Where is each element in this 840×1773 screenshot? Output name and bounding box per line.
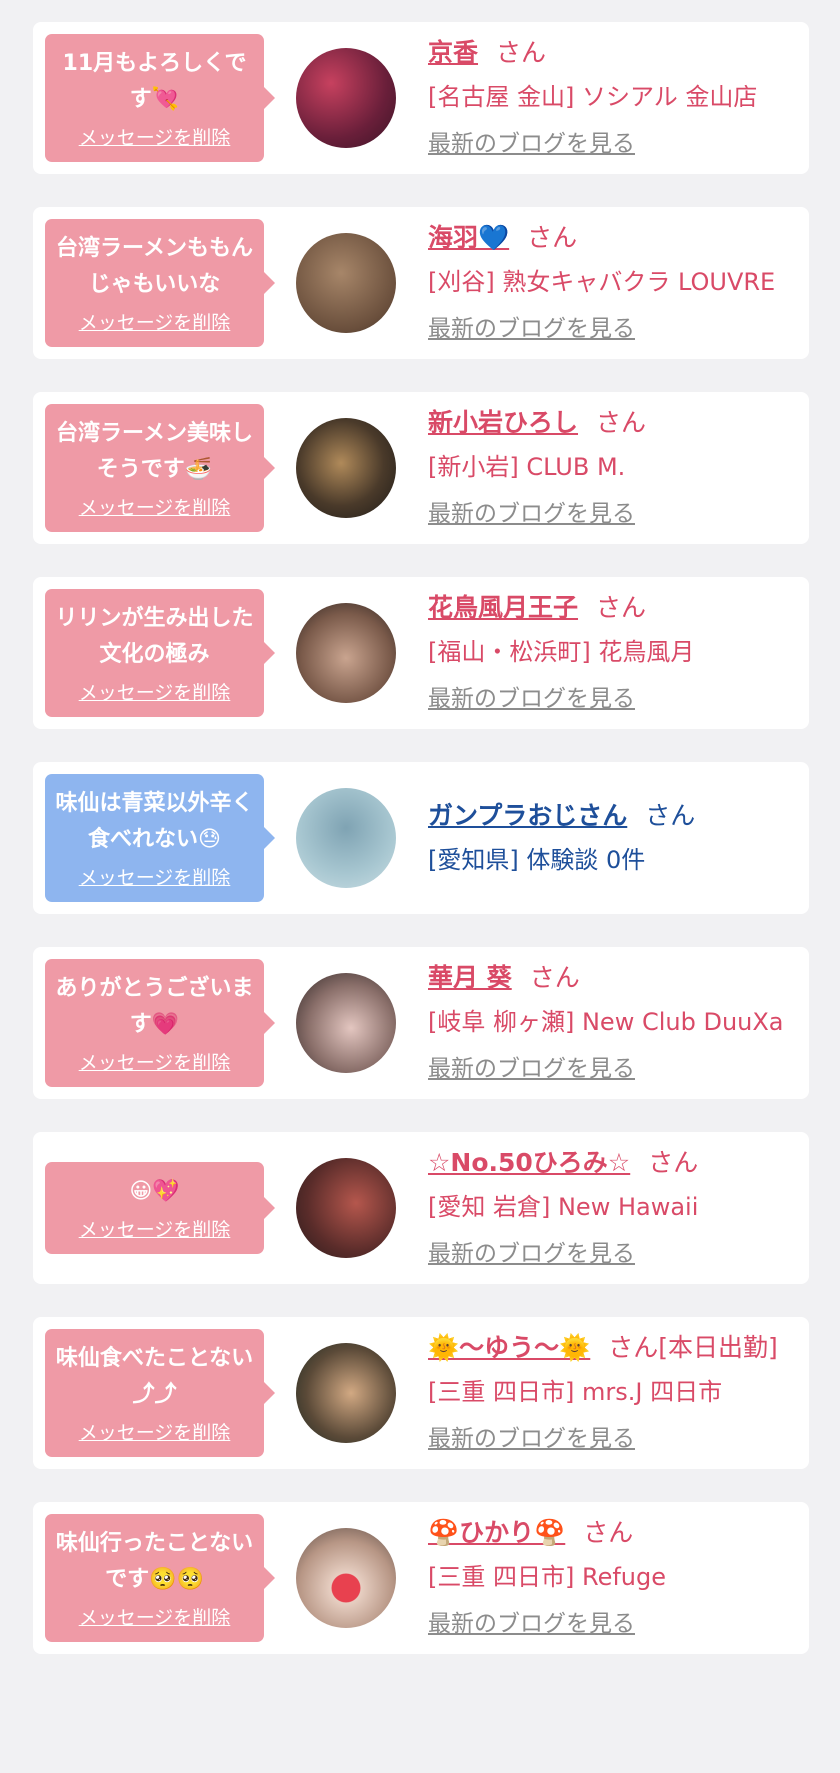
message-bubble: リリンが生み出した文化の極み メッセージを削除	[45, 589, 275, 717]
name-line: ☆No.50ひろみ☆ さん	[428, 1144, 801, 1182]
user-info: ☆No.50ひろみ☆ さん [愛知 岩倉] New Hawaii 最新のブログを見…	[428, 1144, 809, 1272]
avatar[interactable]	[296, 48, 396, 148]
name-line: 華月 葵さん	[428, 959, 801, 997]
avatar[interactable]	[296, 418, 396, 518]
user-info: 花鳥風月王子 さん [福山・松浜町] 花鳥風月 最新のブログを見る	[428, 589, 809, 717]
user-name-link[interactable]: 華月 葵	[428, 963, 512, 992]
shop-text: [福山・松浜町] 花鳥風月	[428, 638, 695, 666]
avatar[interactable]	[296, 1343, 396, 1443]
honorific: さん	[596, 408, 647, 437]
honorific: さん	[645, 801, 696, 830]
avatar[interactable]	[296, 973, 396, 1073]
honorific: さん	[496, 38, 547, 67]
message-text: 台湾ラーメンももんじゃもいいな	[55, 236, 254, 297]
message-text: 味仙食べたことない⤴⤴	[55, 1346, 254, 1407]
message-bubble: 台湾ラーメンももんじゃもいいな メッセージを削除	[45, 219, 275, 347]
shop-text: [名古屋 金山] ソシアル 金山店	[428, 83, 758, 111]
name-line: 🌞〜ゆう〜🌞 さん[本日出勤]	[428, 1329, 801, 1367]
user-info: 京香 さん [名古屋 金山] ソシアル 金山店 最新のブログを見る	[428, 34, 809, 162]
list-item: ありがとうございます💗 メッセージを削除 華月 葵さん [岐阜 柳ヶ瀬] New…	[33, 947, 809, 1099]
latest-blog-link[interactable]: 最新のブログを見る	[428, 1236, 801, 1272]
user-info: ガンプラおじさん さん [愛知県] 体験談 0件	[428, 797, 809, 879]
message-text: 11月もよろしくです💘	[62, 51, 247, 112]
user-info: 新小岩ひろし さん [新小岩] CLUB M. 最新のブログを見る	[428, 404, 809, 532]
user-info: 🍄ひかり🍄 さん [三重 四日市] Refuge 最新のブログを見る	[428, 1514, 809, 1642]
message-text: リリンが生み出した文化の極み	[55, 606, 254, 667]
message-text: 台湾ラーメン美味しそうです🍜	[55, 421, 254, 482]
avatar[interactable]	[296, 788, 396, 888]
delete-message-link[interactable]: メッセージを削除	[53, 1419, 256, 1447]
list-item: 11月もよろしくです💘 メッセージを削除 京香 さん [名古屋 金山] ソシアル …	[33, 22, 809, 174]
message-bubble: 台湾ラーメン美味しそうです🍜 メッセージを削除	[45, 404, 275, 532]
shop-text: [新小岩] CLUB M.	[428, 453, 626, 481]
name-line: 花鳥風月王子 さん	[428, 589, 801, 627]
message-bubble: 11月もよろしくです💘 メッセージを削除	[45, 34, 275, 162]
shop-text: [岐阜 柳ヶ瀬] New Club DuuXa	[428, 1008, 784, 1036]
user-name-link[interactable]: ☆No.50ひろみ☆	[428, 1148, 630, 1177]
latest-blog-link[interactable]: 最新のブログを見る	[428, 496, 801, 532]
shop-text: [三重 四日市] Refuge	[428, 1563, 667, 1591]
avatar[interactable]	[296, 1528, 396, 1628]
message-bubble: 味仙食べたことない⤴⤴ メッセージを削除	[45, 1329, 275, 1457]
honorific: さん	[529, 963, 580, 992]
user-name-link[interactable]: 花鳥風月王子	[428, 593, 578, 622]
message-list: 11月もよろしくです💘 メッセージを削除 京香 さん [名古屋 金山] ソシアル …	[0, 0, 840, 1654]
honorific: さん	[583, 1518, 634, 1547]
message-bubble: 味仙は青菜以外辛く食べれない😓 メッセージを削除	[45, 774, 275, 902]
name-line: 海羽💙 さん	[428, 219, 801, 257]
message-text: 😀💖	[129, 1179, 180, 1204]
delete-message-link[interactable]: メッセージを削除	[53, 1216, 256, 1244]
avatar[interactable]	[296, 1158, 396, 1258]
shop-text: [三重 四日市] mrs.J 四日市	[428, 1378, 723, 1406]
delete-message-link[interactable]: メッセージを削除	[53, 679, 256, 707]
list-item: リリンが生み出した文化の極み メッセージを削除 花鳥風月王子 さん [福山・松浜町…	[33, 577, 809, 729]
user-name-link[interactable]: 🌞〜ゆう〜🌞	[428, 1333, 590, 1362]
latest-blog-link[interactable]: 最新のブログを見る	[428, 1421, 801, 1457]
list-item: 😀💖 メッセージを削除 ☆No.50ひろみ☆ さん [愛知 岩倉] New Haw…	[33, 1132, 809, 1284]
latest-blog-link[interactable]: 最新のブログを見る	[428, 1606, 801, 1642]
shop-text: [愛知県] 体験談 0件	[428, 846, 646, 874]
list-item: 味仙食べたことない⤴⤴ メッセージを削除 🌞〜ゆう〜🌞 さん[本日出勤] [三重 …	[33, 1317, 809, 1469]
user-info: 華月 葵さん [岐阜 柳ヶ瀬] New Club DuuXa 最新のブログを見る	[428, 959, 809, 1087]
shop-text: [愛知 岩倉] New Hawaii	[428, 1193, 699, 1221]
message-bubble: ありがとうございます💗 メッセージを削除	[45, 959, 275, 1087]
avatar[interactable]	[296, 603, 396, 703]
honorific: さん	[596, 593, 647, 622]
delete-message-link[interactable]: メッセージを削除	[53, 1604, 256, 1632]
honorific: さん	[527, 223, 578, 252]
delete-message-link[interactable]: メッセージを削除	[53, 494, 256, 522]
message-bubble: 味仙行ったことないです🥺🥺 メッセージを削除	[45, 1514, 275, 1642]
message-text: ありがとうございます💗	[55, 976, 254, 1037]
user-name-link[interactable]: 京香	[428, 38, 478, 67]
latest-blog-link[interactable]: 最新のブログを見る	[428, 681, 801, 717]
user-name-link[interactable]: 🍄ひかり🍄	[428, 1518, 565, 1547]
list-item: 台湾ラーメン美味しそうです🍜 メッセージを削除 新小岩ひろし さん [新小岩] C…	[33, 392, 809, 544]
avatar[interactable]	[296, 233, 396, 333]
delete-message-link[interactable]: メッセージを削除	[53, 864, 256, 892]
list-item: 味仙行ったことないです🥺🥺 メッセージを削除 🍄ひかり🍄 さん [三重 四日市] …	[33, 1502, 809, 1654]
delete-message-link[interactable]: メッセージを削除	[53, 1049, 256, 1077]
message-bubble: 😀💖 メッセージを削除	[45, 1162, 275, 1254]
list-item: 台湾ラーメンももんじゃもいいな メッセージを削除 海羽💙 さん [刈谷] 熟女キャ…	[33, 207, 809, 359]
message-text: 味仙は青菜以外辛く食べれない😓	[55, 791, 254, 852]
honorific: さん	[648, 1148, 699, 1177]
user-info: 🌞〜ゆう〜🌞 さん[本日出勤] [三重 四日市] mrs.J 四日市 最新のブログ…	[428, 1329, 809, 1457]
list-item: 味仙は青菜以外辛く食べれない😓 メッセージを削除 ガンプラおじさん さん [愛知県…	[33, 762, 809, 914]
user-info: 海羽💙 さん [刈谷] 熟女キャバクラ LOUVRE 最新のブログを見る	[428, 219, 809, 347]
message-text: 味仙行ったことないです🥺🥺	[55, 1531, 254, 1592]
delete-message-link[interactable]: メッセージを削除	[53, 124, 256, 152]
user-name-link[interactable]: 海羽💙	[428, 223, 509, 252]
delete-message-link[interactable]: メッセージを削除	[53, 309, 256, 337]
shop-text: [刈谷] 熟女キャバクラ LOUVRE	[428, 268, 776, 296]
honorific: さん[本日出勤]	[608, 1333, 778, 1362]
user-name-link[interactable]: ガンプラおじさん	[428, 801, 627, 830]
name-line: 🍄ひかり🍄 さん	[428, 1514, 801, 1552]
latest-blog-link[interactable]: 最新のブログを見る	[428, 311, 801, 347]
latest-blog-link[interactable]: 最新のブログを見る	[428, 126, 801, 162]
name-line: ガンプラおじさん さん	[428, 797, 801, 835]
user-name-link[interactable]: 新小岩ひろし	[428, 408, 578, 437]
name-line: 京香 さん	[428, 34, 801, 72]
name-line: 新小岩ひろし さん	[428, 404, 801, 442]
latest-blog-link[interactable]: 最新のブログを見る	[428, 1051, 801, 1087]
